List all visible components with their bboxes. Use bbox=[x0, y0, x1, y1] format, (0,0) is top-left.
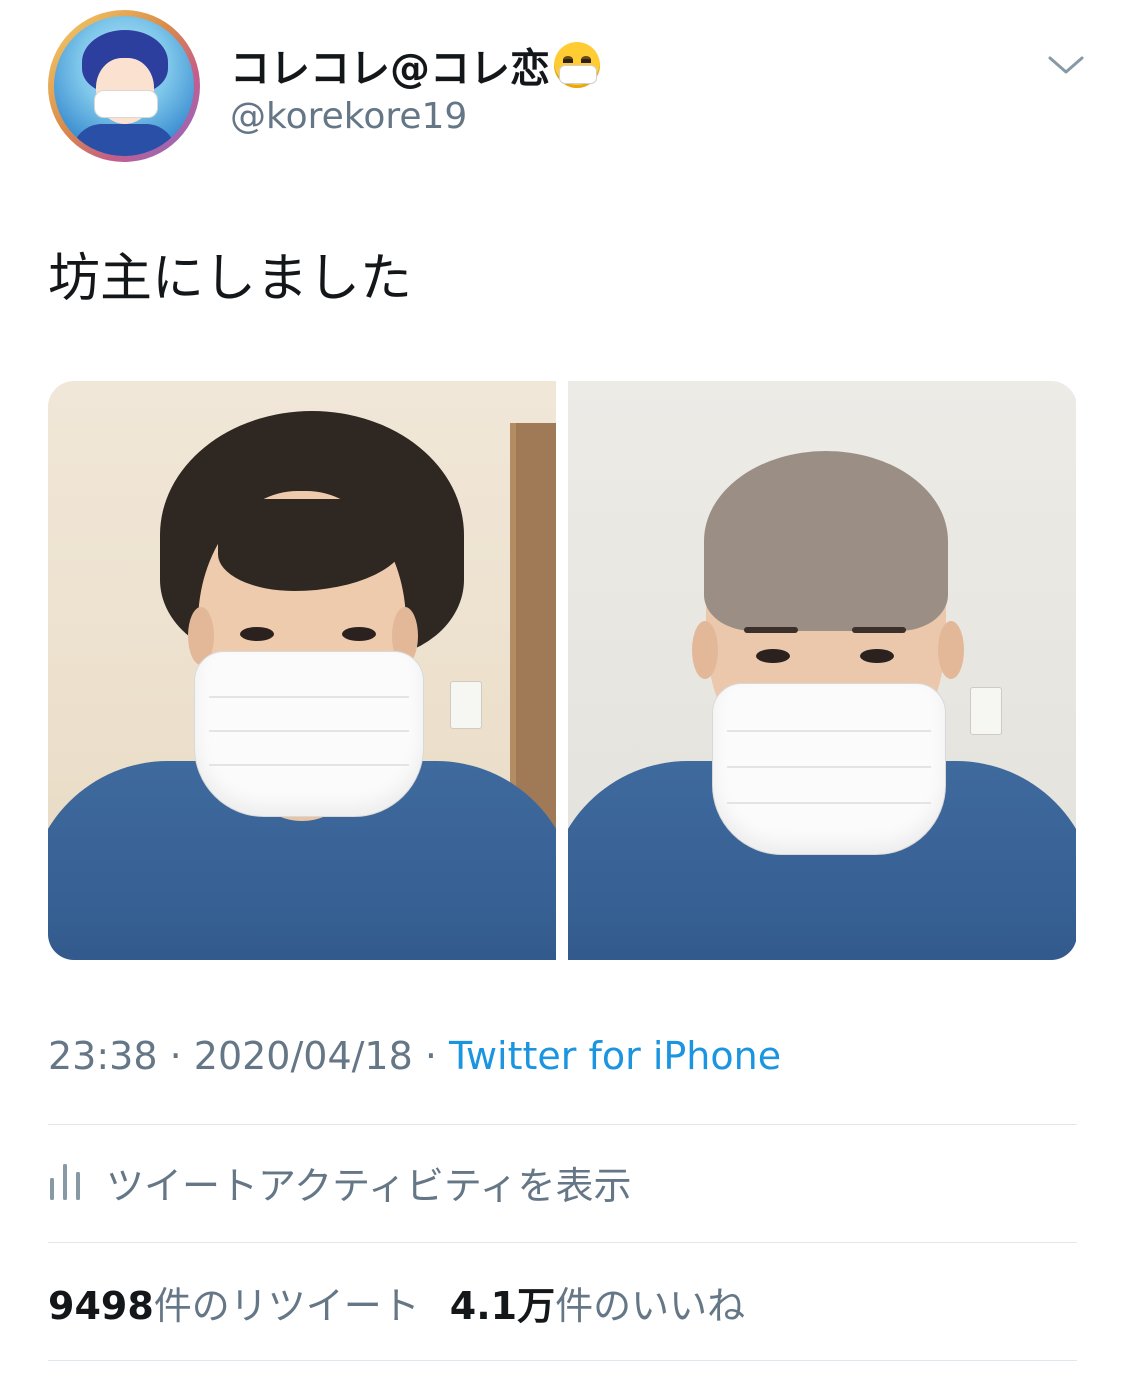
tweet-activity-label: ツイートアクティビティを表示 bbox=[106, 1163, 632, 1208]
bar-chart-icon bbox=[50, 1164, 80, 1200]
face-with-medical-mask-icon bbox=[554, 42, 600, 88]
avatar[interactable] bbox=[48, 10, 200, 162]
tweet-header: コレコレ@コレ恋 @korekore19 bbox=[48, 10, 1088, 170]
tweet-date: 2020/04/18 bbox=[193, 1034, 413, 1078]
tweet-stats: 9498件のリツイート 4.1万件のいいね bbox=[48, 1275, 745, 1330]
display-name-text: コレコレ@コレ恋 bbox=[230, 46, 550, 92]
media-grid bbox=[48, 381, 1077, 960]
photo-before[interactable] bbox=[48, 381, 556, 960]
likes-count: 4.1万 bbox=[449, 1284, 556, 1328]
tweet-meta: 23:38 · 2020/04/18 · Twitter for iPhone bbox=[48, 1034, 781, 1078]
likes-label: 件のいいね bbox=[555, 1284, 746, 1328]
likes-stat[interactable]: 4.1万件のいいね bbox=[450, 1284, 745, 1328]
photo-after[interactable] bbox=[568, 381, 1076, 960]
divider bbox=[48, 1124, 1077, 1125]
tweet-time: 23:38 bbox=[48, 1034, 158, 1078]
divider bbox=[48, 1360, 1077, 1361]
retweets-label: 件のリツイート bbox=[153, 1284, 420, 1328]
tweet-activity-link[interactable]: ツイートアクティビティを表示 bbox=[48, 1152, 632, 1212]
retweets-count: 9498 bbox=[48, 1284, 154, 1328]
divider bbox=[48, 1242, 1077, 1243]
user-handle[interactable]: @korekore19 bbox=[230, 96, 467, 137]
avatar-image bbox=[54, 16, 194, 156]
tweet-source-link[interactable]: Twitter for iPhone bbox=[449, 1034, 781, 1078]
meta-separator: · bbox=[157, 1034, 194, 1078]
retweets-stat[interactable]: 9498件のリツイート bbox=[48, 1284, 420, 1328]
tweet-text: 坊主にしました bbox=[48, 249, 413, 309]
meta-separator: · bbox=[412, 1034, 450, 1078]
chevron-down-icon[interactable] bbox=[1046, 50, 1086, 80]
display-name[interactable]: コレコレ@コレ恋 bbox=[230, 36, 600, 94]
